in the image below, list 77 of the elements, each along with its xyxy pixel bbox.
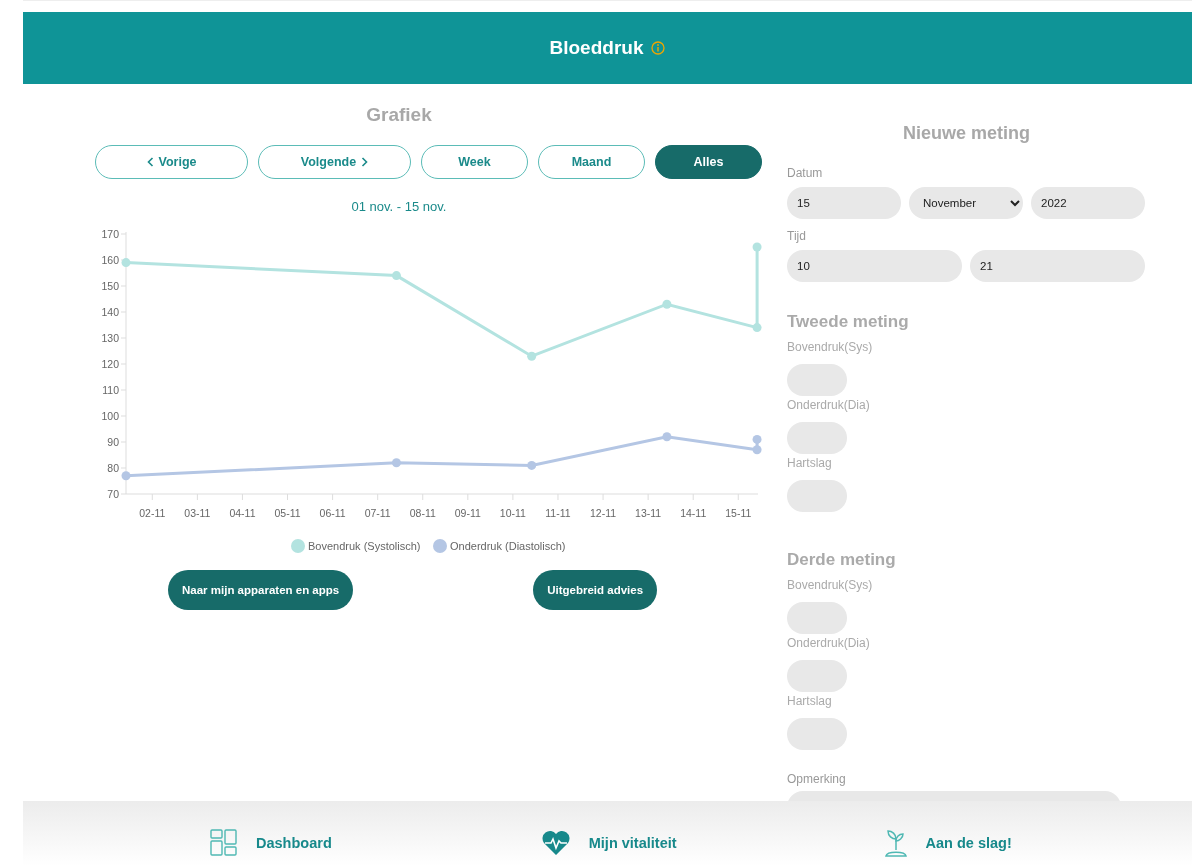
advice-button[interactable]: Uitgebreid advies <box>533 570 658 610</box>
axis-label: 06-11 <box>319 507 346 519</box>
day-field[interactable]: 15 <box>787 187 901 219</box>
legend-dot[interactable] <box>433 539 447 553</box>
grid-icon <box>210 828 238 857</box>
axis-label: 04-11 <box>229 507 256 519</box>
sprout-icon <box>883 828 908 857</box>
field-label: Opmerking <box>787 772 847 786</box>
data-point <box>662 432 672 442</box>
hour-field[interactable]: 10 <box>787 250 962 282</box>
axis-label: 02-11 <box>139 507 166 519</box>
axis-label: 110 <box>102 384 119 396</box>
field-label: Hartslag <box>787 456 833 470</box>
data-point <box>662 299 672 309</box>
axis-label: 170 <box>101 228 119 240</box>
field-label: Onderdruk(Dia) <box>787 398 871 412</box>
chevron-left-icon <box>146 157 154 167</box>
section-heading: Tweede meting <box>787 312 910 332</box>
data-point <box>391 271 401 281</box>
field-label: Onderdruk(Dia) <box>787 636 871 650</box>
axis-label: 08-11 <box>409 507 436 519</box>
axis-label: 07-11 <box>364 507 391 519</box>
period-tab[interactable]: Maand <box>538 145 645 179</box>
axis-label: 70 <box>107 488 119 500</box>
heartbeat-icon <box>540 829 571 856</box>
axis-label: 10-11 <box>499 507 526 519</box>
axis-label: 15-11 <box>725 507 752 519</box>
nav-link[interactable]: Mijn vitaliteit <box>540 829 677 856</box>
legend-label[interactable]: Onderdruk (Diastolisch) <box>450 540 566 552</box>
legend-label[interactable]: Bovendruk (Systolisch) <box>308 540 421 552</box>
period-tab[interactable]: Alles <box>655 145 762 179</box>
axis-label: 90 <box>107 436 119 448</box>
data-point <box>752 323 762 333</box>
month-select[interactable]: November <box>909 187 1023 219</box>
axis-label: 80 <box>107 462 119 474</box>
data-point <box>391 458 401 468</box>
data-point <box>752 445 762 455</box>
minute-field[interactable]: 21 <box>970 250 1145 282</box>
axis-label: 05-11 <box>274 507 301 519</box>
data-point <box>752 434 762 444</box>
axis-label: 140 <box>101 306 119 318</box>
field-label: Bovendruk(Sys) <box>787 578 874 592</box>
next-button[interactable]: Volgende <box>258 145 411 179</box>
axis-label: 130 <box>101 332 119 344</box>
field-label: Tijd <box>787 229 807 243</box>
axis-label: 12-11 <box>590 507 617 519</box>
data-point <box>121 258 131 268</box>
data-point <box>121 471 131 481</box>
data-point <box>527 460 537 470</box>
field-label: Datum <box>787 166 824 180</box>
legend-dot[interactable] <box>291 539 305 553</box>
data-point <box>527 351 537 361</box>
axis-label: 09-11 <box>454 507 481 519</box>
date-range: 01 nov. - 15 nov. <box>350 199 448 215</box>
field-label: Bovendruk(Sys) <box>787 340 874 354</box>
field-label: Hartslag <box>787 694 833 708</box>
chevron-right-icon <box>361 157 369 167</box>
axis-label: 11-11 <box>545 507 571 519</box>
axis-label: 03-11 <box>184 507 211 519</box>
period-tab[interactable]: Week <box>421 145 528 179</box>
nav-link[interactable]: Dashboard <box>210 828 332 857</box>
axis-label: 14-11 <box>680 507 707 519</box>
axis-label: 120 <box>101 358 119 370</box>
axis-label: 100 <box>101 410 119 422</box>
page-title: Bloeddruk <box>549 37 644 59</box>
chart-title: Grafiek <box>365 104 433 126</box>
section-heading: Derde meting <box>787 550 897 570</box>
devices-button[interactable]: Naar mijn apparaten en apps <box>168 570 354 610</box>
nav-link[interactable]: Aan de slag! <box>883 828 1012 857</box>
previous-button[interactable]: Vorige <box>95 145 248 179</box>
year-field[interactable]: 2022 <box>1031 187 1145 219</box>
form-title: Nieuwe meting <box>902 122 1031 144</box>
data-point <box>752 242 762 252</box>
axis-label: 160 <box>101 254 119 266</box>
info-icon[interactable] <box>651 41 666 55</box>
axis-label: 150 <box>101 280 119 292</box>
axis-label: 13-11 <box>635 507 662 519</box>
